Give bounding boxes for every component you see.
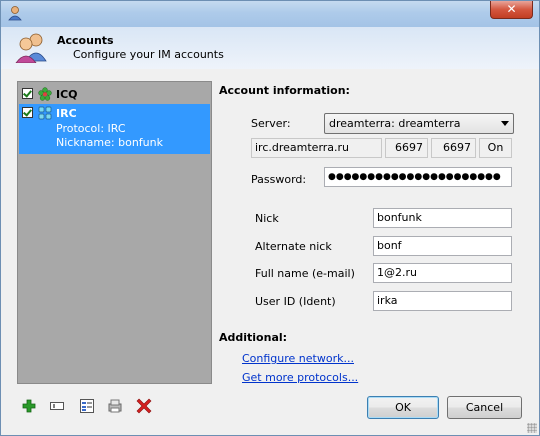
close-button[interactable]: ✕	[490, 1, 533, 19]
account-protocol: Protocol: IRC	[56, 122, 126, 135]
title-bar[interactable]: ✕	[1, 1, 539, 27]
account-options-icon[interactable]	[79, 398, 95, 414]
delete-account-icon[interactable]	[136, 398, 152, 414]
rename-account-icon[interactable]	[49, 398, 65, 414]
full-name-label: Full name (e-mail)	[255, 267, 355, 280]
accounts-dialog: ✕ Accounts Configure your IM accounts IC…	[0, 0, 540, 436]
alternate-nick-label: Alternate nick	[255, 240, 332, 253]
port-from-field[interactable]: 6697	[385, 138, 428, 158]
alternate-nick-input[interactable]: bonf	[373, 236, 512, 256]
get-more-protocols-link[interactable]: Get more protocols...	[242, 371, 358, 384]
server-select-value: dreamterra: dreamterra	[329, 117, 461, 130]
password-label: Password:	[251, 173, 307, 186]
add-account-icon[interactable]	[21, 398, 37, 414]
resize-grip[interactable]	[527, 423, 537, 433]
header-banner: Accounts Configure your IM accounts	[1, 27, 539, 69]
irc-network-icon	[38, 106, 52, 120]
chevron-down-icon	[501, 121, 509, 126]
configure-network-link[interactable]: Configure network...	[242, 352, 354, 365]
ssl-field[interactable]: On	[479, 138, 512, 158]
password-input[interactable]: ●●●●●●●●●●●●●●●●●●●●●●	[324, 167, 512, 187]
account-nickname: Nickname: bonfunk	[56, 136, 163, 149]
server-select[interactable]: dreamterra: dreamterra	[324, 113, 514, 134]
ok-button[interactable]: OK	[367, 396, 439, 419]
account-item-irc[interactable]: IRC Protocol: IRC Nickname: bonfunk	[19, 104, 210, 154]
port-to-field[interactable]: 6697	[431, 138, 476, 158]
host-field[interactable]: irc.dreamterra.ru	[251, 138, 382, 158]
additional-title: Additional:	[219, 331, 288, 344]
nick-input[interactable]: bonfunk	[373, 208, 512, 228]
account-enabled-checkbox[interactable]	[22, 88, 33, 99]
accounts-list[interactable]: ICQ IRC Protocol: IRC Nickname: bonfunk	[17, 81, 212, 384]
server-label: Server:	[251, 117, 291, 130]
icq-flower-icon	[38, 87, 52, 101]
import-account-icon[interactable]	[107, 398, 123, 414]
account-item-icq[interactable]: ICQ	[19, 85, 210, 103]
cancel-button[interactable]: Cancel	[447, 396, 522, 419]
account-information-title: Account information:	[219, 84, 350, 97]
user-id-label: User ID (Ident)	[255, 295, 336, 308]
account-name: IRC	[56, 107, 77, 120]
user-id-input[interactable]: irka	[373, 291, 512, 311]
header-subtitle: Configure your IM accounts	[73, 48, 224, 61]
nick-label: Nick	[255, 212, 279, 225]
miranda-app-icon	[8, 6, 22, 21]
account-enabled-checkbox[interactable]	[22, 107, 33, 118]
account-name: ICQ	[56, 88, 78, 101]
full-name-input[interactable]: 1@2.ru	[373, 263, 512, 283]
accounts-users-icon	[15, 33, 47, 63]
header-title: Accounts	[57, 34, 114, 47]
